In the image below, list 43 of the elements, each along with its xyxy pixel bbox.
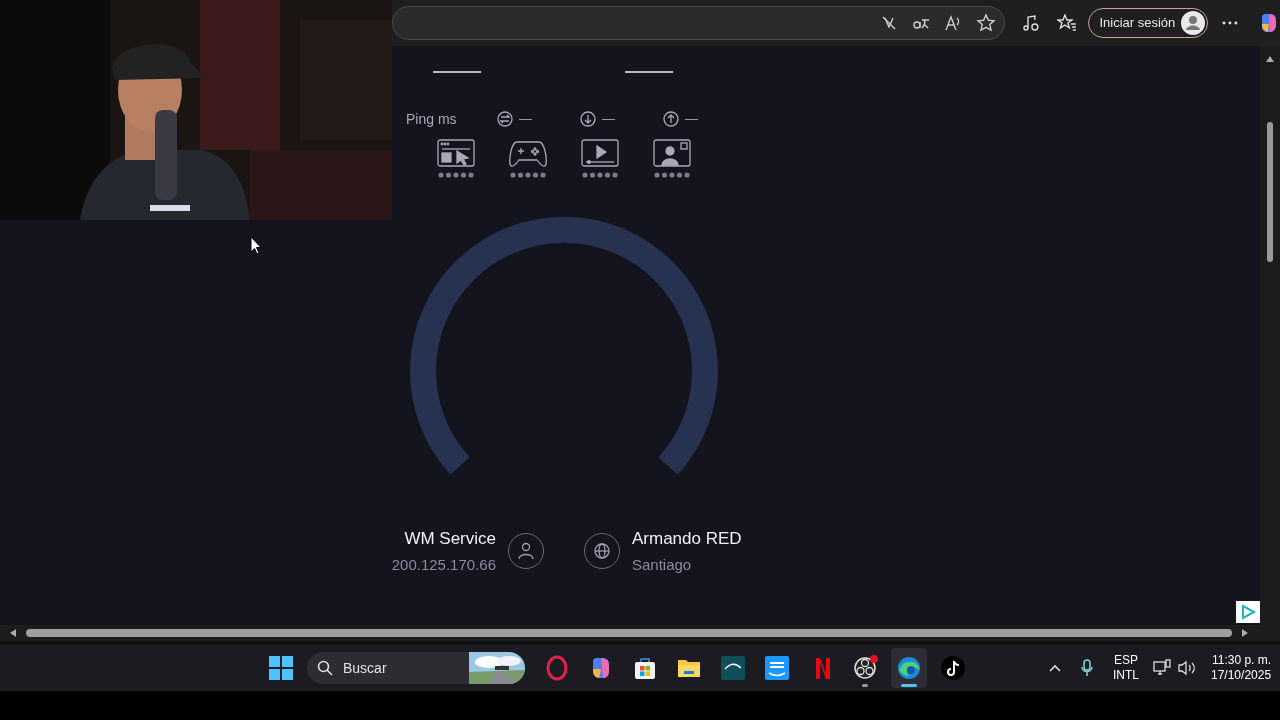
mouse-cursor-icon — [250, 236, 262, 255]
avatar-icon — [1181, 11, 1206, 35]
rating-dots — [438, 172, 474, 178]
metric-value: — — [519, 110, 532, 129]
network-icon[interactable] — [1153, 659, 1171, 677]
microphone-icon[interactable] — [1081, 659, 1093, 677]
search-bar[interactable]: Buscar — [307, 652, 525, 684]
music-note-icon[interactable] — [1021, 14, 1040, 32]
chevron-up-icon[interactable] — [1049, 664, 1061, 672]
keyboard-layout[interactable]: INTL — [1113, 668, 1139, 683]
wave-browser-icon[interactable] — [891, 648, 927, 688]
provider-name: WM Service — [404, 528, 496, 550]
more-icon[interactable] — [1222, 21, 1239, 25]
horizontal-scrollbar[interactable] — [0, 625, 1280, 641]
server-name: Armando RED — [632, 528, 742, 550]
favorite-star-icon[interactable] — [975, 13, 996, 33]
metric-value: — — [685, 110, 698, 129]
rating-dots — [654, 172, 690, 178]
scroll-up-icon[interactable] — [1266, 56, 1274, 62]
rating-dots — [510, 172, 546, 178]
search-icon[interactable] — [317, 660, 333, 676]
clock-time[interactable]: 11:30 p. m. — [1211, 653, 1272, 668]
rating-dots — [582, 172, 618, 178]
gamepad-icon — [509, 138, 547, 168]
ping-label: Ping ms — [406, 109, 458, 129]
jitter-icon — [497, 111, 513, 127]
video-player-icon — [581, 138, 619, 168]
read-aloud-icon[interactable] — [943, 14, 962, 32]
provider-ip: 200.125.170.66 — [391, 554, 496, 575]
server-location: Santiago — [632, 554, 693, 575]
search-input[interactable]: Buscar — [343, 657, 453, 679]
start-icon[interactable] — [269, 656, 293, 680]
scroll-right-icon[interactable] — [1242, 629, 1248, 637]
upload-icon — [663, 111, 679, 127]
browser-window-icon — [437, 138, 475, 168]
volume-icon[interactable] — [1177, 659, 1197, 677]
favorites-list-icon[interactable] — [1056, 14, 1077, 32]
download-icon — [580, 111, 596, 127]
clock-date[interactable]: 17/10/2025 — [1211, 668, 1272, 683]
metric-value: — — [602, 110, 615, 129]
language-indicator[interactable]: ESP — [1114, 653, 1138, 668]
video-call-icon — [653, 138, 691, 168]
scroll-left-icon[interactable] — [10, 629, 16, 637]
